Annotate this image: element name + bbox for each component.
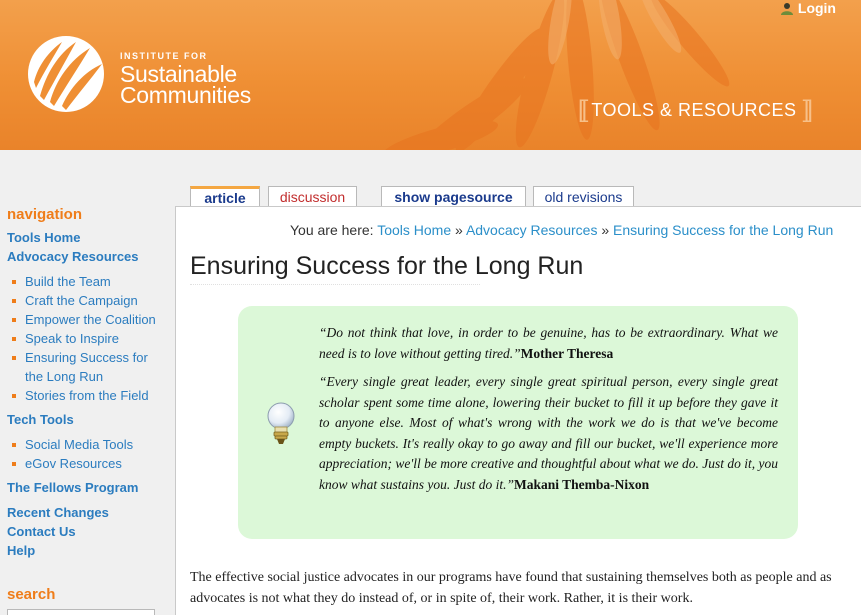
sidebar-subitem-label: Social Media Tools [25, 437, 134, 452]
bullet-icon [12, 317, 16, 322]
bullet-icon [12, 355, 16, 360]
bullet-icon [12, 336, 16, 341]
page-title: Ensuring Success for the Long Run [190, 252, 584, 280]
sidebar-item-advocacy-resources[interactable]: Advocacy Resources [7, 249, 139, 264]
sidebar-subitem[interactable]: Social Media Tools [12, 435, 172, 454]
bracket-close: ]] [802, 96, 813, 123]
sidebar-subitem-label: Speak to Inspire [25, 331, 119, 346]
breadcrumb-item[interactable]: Ensuring Success for the Long Run [613, 222, 833, 238]
sidebar-item-help[interactable]: Help [7, 543, 35, 558]
lightbulb-icon [267, 402, 295, 444]
breadcrumb-prefix: You are here: [290, 222, 374, 238]
breadcrumb: You are here: Tools Home » Advocacy Reso… [290, 222, 833, 238]
navigation-heading: navigation [7, 206, 83, 223]
logo-line-2: Communities [120, 82, 251, 108]
quote-mother-theresa: “Do not think that love, in order to be … [319, 323, 778, 364]
sidebar-item-tools-home[interactable]: Tools Home [7, 230, 80, 245]
bullet-icon [12, 393, 16, 398]
tab-old-revisions[interactable]: old revisions [533, 186, 634, 207]
tools-resources-banner: [[ TOOLS & RESOURCES ]] [572, 96, 816, 124]
sidebar-subitem-label: Empower the Coalition [25, 312, 156, 327]
sidebar-subitem[interactable]: Speak to Inspire [12, 329, 172, 348]
tab-discussion[interactable]: discussion [268, 186, 357, 207]
user-icon [780, 2, 793, 15]
bullet-icon [12, 298, 16, 303]
logo-tagline: INSTITUTE FOR [120, 51, 208, 61]
sidebar-subitem[interactable]: Craft the Campaign [12, 291, 172, 310]
tab-article[interactable]: article [190, 186, 260, 207]
login-label: Login [797, 0, 836, 16]
logo-wordmark[interactable]: INSTITUTE FOR Sustainable Communities [120, 51, 251, 108]
sidebar-subitem[interactable]: Stories from the Field [12, 386, 172, 405]
breadcrumb-separator: » [601, 222, 610, 238]
bullet-icon [12, 461, 16, 466]
search-heading: search [7, 586, 56, 603]
sidebar-subitem-label: Craft the Campaign [25, 293, 138, 308]
breadcrumb-item[interactable]: Tools Home [377, 222, 451, 238]
breadcrumb-separator: » [455, 222, 463, 238]
site-header: INSTITUTE FOR Sustainable Communities Lo… [0, 0, 861, 150]
quote-author: Mother Theresa [520, 345, 614, 361]
sidebar-subitem[interactable]: Ensuring Success for the Long Run [12, 348, 162, 386]
bullet-icon [12, 442, 16, 447]
quote-text: “Every single great leader, every single… [319, 374, 778, 492]
sidebar-subitem-label: Ensuring Success for the Long Run [25, 350, 148, 384]
sidebar-subitem[interactable]: eGov Resources [12, 454, 172, 473]
login-link[interactable]: Login [780, 0, 836, 16]
bullet-icon [12, 279, 16, 284]
body-paragraph: The effective social justice advocates i… [190, 570, 832, 606]
search-input[interactable] [7, 609, 155, 615]
sidebar-subitem[interactable]: Build the Team [12, 272, 172, 291]
sidebar-subitem[interactable]: Empower the Coalition [12, 310, 172, 329]
breadcrumb-item[interactable]: Advocacy Resources [466, 222, 598, 238]
sidebar-subitem-label: Build the Team [25, 274, 111, 289]
sidebar-item-recent-changes[interactable]: Recent Changes [7, 505, 109, 520]
sidebar-item-contact-us[interactable]: Contact Us [7, 524, 76, 539]
sidebar-subitem-label: eGov Resources [25, 456, 122, 471]
quote-author: Makani Themba-Nixon [514, 476, 650, 492]
quote-makani-themba-nixon: “Every single great leader, every single… [319, 372, 778, 495]
bracket-open: [[ [578, 96, 588, 123]
banner-label: TOOLS & RESOURCES [591, 99, 797, 120]
sidebar-item-tech-tools[interactable]: Tech Tools [7, 412, 74, 427]
sidebar-subitem-label: Stories from the Field [25, 388, 149, 403]
title-divider [190, 284, 480, 285]
tab-show-pagesource[interactable]: show pagesource [381, 186, 526, 207]
sidebar-item-fellows-program[interactable]: The Fellows Program [7, 480, 138, 495]
